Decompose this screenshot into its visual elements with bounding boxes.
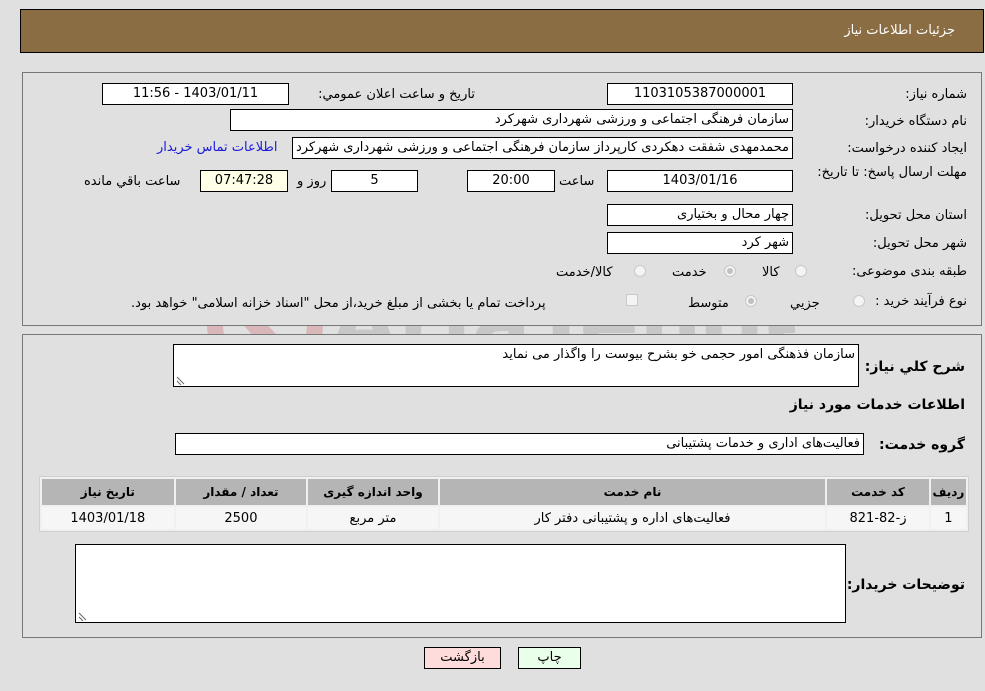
- deadline-date-field[interactable]: 1403/01/16: [607, 170, 793, 192]
- need-number-field[interactable]: 1103105387000001: [607, 83, 793, 105]
- table-header-row: ردیف کد خدمت نام خدمت واحد اندازه گیری ت…: [42, 479, 966, 505]
- province-label: استان محل تحویل:: [865, 208, 967, 223]
- announce-datetime-field[interactable]: 1403/01/11 - 11:56: [102, 83, 289, 105]
- category-goods-service-label: کالا/خدمت: [556, 265, 613, 280]
- city-label: شهر محل تحویل:: [872, 236, 967, 251]
- col-header-unit: واحد اندازه گیری: [308, 479, 438, 505]
- deadline-time-field[interactable]: 20:00: [467, 170, 555, 192]
- col-header-service-code: کد خدمت: [827, 479, 929, 505]
- cell-unit: متر مربع: [308, 507, 438, 529]
- description-textarea[interactable]: سازمان فذهنگی امور حجمی خو بشرح بیوست را…: [173, 344, 859, 387]
- buyer-notes-label: توضیحات خریدار:: [846, 577, 965, 593]
- requester-label: ایجاد کننده درخواست:: [847, 141, 967, 156]
- purchase-medium-label: متوسط: [688, 296, 729, 311]
- purchase-minor-label: جزيي: [790, 296, 820, 311]
- announce-datetime-label: تاریخ و ساعت اعلان عمومي:: [318, 87, 475, 102]
- category-service-radio[interactable]: [724, 265, 736, 277]
- province-field[interactable]: چهار محال و بختیاری: [607, 204, 793, 226]
- services-section-title: اطلاعات خدمات مورد نیاز: [789, 397, 965, 413]
- buyer-org-label: نام دستگاه خریدار:: [864, 114, 967, 129]
- days-label: روز و: [297, 174, 327, 189]
- buyer-org-field[interactable]: سازمان فرهنگی اجتماعی و ورزشی شهرداری شه…: [230, 109, 793, 131]
- purchase-type-label: نوع فرآیند خرید :: [875, 294, 967, 309]
- cell-row-number: 1: [930, 507, 966, 529]
- resize-grip-icon[interactable]: [176, 376, 185, 385]
- table-row: 1 ز-82-821 فعالیت‌های اداره و پشتیبانی د…: [42, 507, 966, 529]
- cell-service-code: ز-82-821: [827, 507, 929, 529]
- requester-field[interactable]: محمدمهدی شفقت دهکردی کارپرداز سازمان فره…: [292, 137, 793, 159]
- need-number-label: شماره نیاز:: [905, 87, 967, 102]
- category-label: طبقه بندی موضوعی:: [851, 264, 967, 279]
- category-goods-radio[interactable]: [795, 265, 807, 277]
- cell-quantity: 2500: [175, 507, 307, 529]
- treasury-note: پرداخت تمام یا بخشی از مبلغ خرید،از محل …: [131, 296, 546, 311]
- col-header-service-name: نام خدمت: [439, 479, 826, 505]
- deadline-time-label: ساعت: [559, 174, 595, 189]
- time-remaining-label: ساعت باقي مانده: [84, 174, 181, 189]
- category-service-label: خدمت: [672, 265, 707, 280]
- days-remaining-field[interactable]: 5: [331, 170, 418, 192]
- treasury-checkbox[interactable]: [626, 294, 638, 306]
- page-title: جزئیات اطلاعات نیاز: [844, 23, 955, 38]
- description-label: شرح کلي نياز:: [864, 359, 965, 375]
- col-header-need-date: تاریخ نیاز: [42, 479, 174, 505]
- city-field[interactable]: شهر کرد: [607, 232, 793, 254]
- col-header-row-number: ردیف: [930, 479, 966, 505]
- description-text: سازمان فذهنگی امور حجمی خو بشرح بیوست را…: [502, 347, 855, 362]
- back-button[interactable]: بازگشت: [424, 647, 501, 669]
- cell-need-date: 1403/01/18: [42, 507, 174, 529]
- category-goods-service-radio[interactable]: [634, 265, 646, 277]
- buyer-notes-textarea[interactable]: [75, 544, 846, 623]
- print-button[interactable]: چاپ: [518, 647, 581, 669]
- purchase-medium-radio[interactable]: [745, 295, 757, 307]
- purchase-minor-radio[interactable]: [853, 295, 865, 307]
- time-remaining-field: 07:47:28: [200, 170, 288, 192]
- page-header: جزئیات اطلاعات نیاز: [20, 9, 984, 53]
- service-group-label: گروه خدمت:: [879, 437, 965, 453]
- buyer-contact-link[interactable]: اطلاعات تماس خریدار: [157, 140, 277, 155]
- category-goods-label: کالا: [762, 265, 780, 280]
- col-header-quantity: تعداد / مقدار: [175, 479, 307, 505]
- resize-grip-icon[interactable]: [78, 612, 87, 621]
- services-table: ردیف کد خدمت نام خدمت واحد اندازه گیری ت…: [39, 476, 969, 532]
- cell-service-name: فعالیت‌های اداره و پشتیبانی دفتر کار: [439, 507, 826, 529]
- service-group-field[interactable]: فعالیت‌های اداری و خدمات پشتیبانی: [175, 433, 864, 455]
- deadline-label: مهلت ارسال پاسخ: تا تاریخ:: [817, 165, 967, 180]
